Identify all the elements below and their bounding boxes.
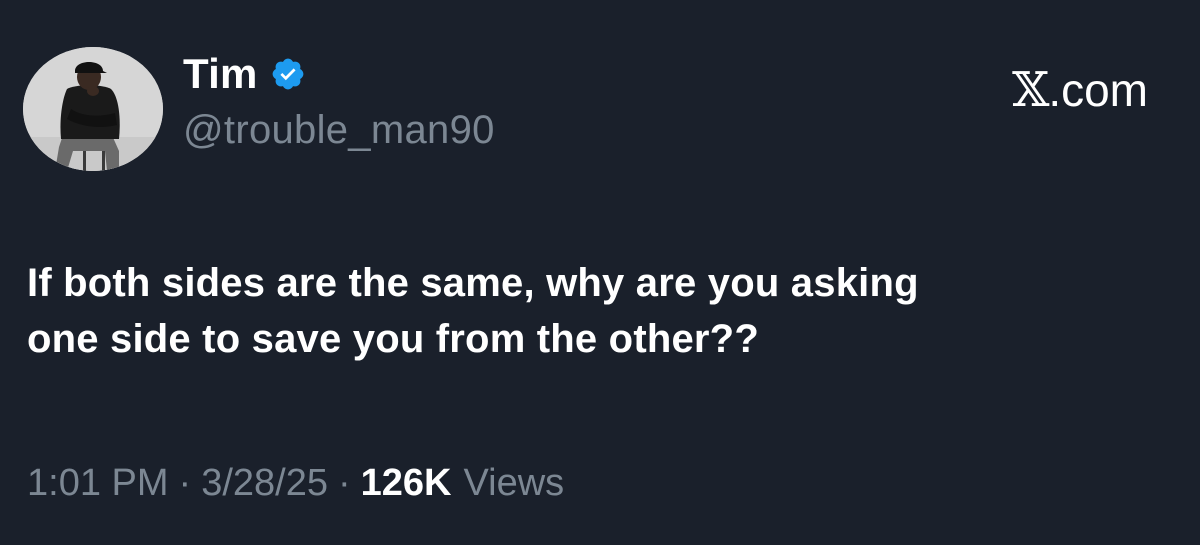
- meta-separator: ·: [178, 462, 192, 504]
- verified-badge-icon: [270, 56, 306, 92]
- tweet-meta: 1:01 PM · 3/28/25 · 126K Views: [27, 462, 564, 505]
- tweet-card: Tim @trouble_man90 𝕏 .com If both sides …: [0, 0, 1200, 545]
- x-logo-icon: 𝕏: [1012, 62, 1049, 118]
- views-count[interactable]: 126K: [361, 462, 452, 505]
- author-display-name[interactable]: Tim: [183, 50, 258, 98]
- views-label: Views: [463, 462, 565, 504]
- avatar-photo: [23, 47, 163, 171]
- avatar[interactable]: [23, 47, 163, 171]
- brand-watermark: 𝕏 .com: [1012, 62, 1148, 118]
- tweet-line-2: one side to save you from the other??: [27, 317, 759, 361]
- author-handle[interactable]: @trouble_man90: [183, 108, 495, 153]
- tweet-line-1: If both sides are the same, why are you …: [27, 261, 919, 305]
- tweet-time[interactable]: 1:01 PM: [27, 462, 169, 505]
- brand-label: .com: [1048, 64, 1148, 116]
- meta-separator: ·: [337, 462, 351, 504]
- tweet-date[interactable]: 3/28/25: [201, 462, 328, 505]
- tweet-text: If both sides are the same, why are you …: [27, 255, 1177, 367]
- author-name-row: Tim: [183, 48, 306, 100]
